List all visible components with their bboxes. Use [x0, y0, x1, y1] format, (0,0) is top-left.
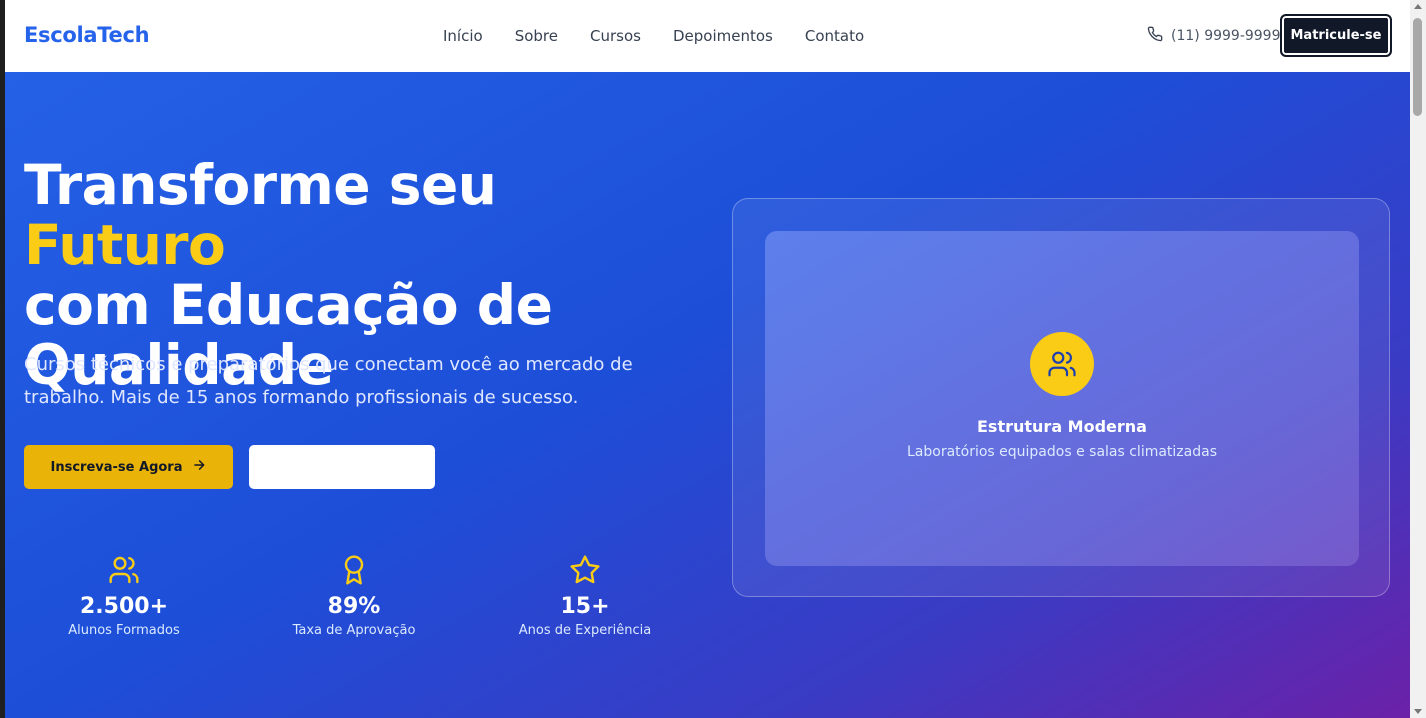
- vertical-scrollbar[interactable]: [1410, 0, 1426, 718]
- nav-link-inicio[interactable]: Início: [443, 27, 483, 45]
- feature-title: Estrutura Moderna: [977, 417, 1147, 436]
- hero-title-accent: Futuro: [24, 213, 226, 277]
- phone-number: (11) 9999-9999: [1171, 28, 1281, 44]
- stats-row: 2.500+ Alunos Formados 89% Taxa de Aprov…: [5, 552, 705, 652]
- stat-item: 2.500+ Alunos Formados: [24, 552, 224, 638]
- stat-label: Anos de Experiência: [518, 623, 652, 638]
- nav-link-cursos[interactable]: Cursos: [590, 27, 641, 45]
- stat-value: 2.500+: [79, 594, 169, 619]
- phone-icon: [1147, 26, 1163, 46]
- nav-link-sobre[interactable]: Sobre: [515, 27, 558, 45]
- header-phone[interactable]: (11) 9999-9999: [1147, 26, 1281, 46]
- arrow-right-icon: [192, 458, 206, 476]
- feature-card: Estrutura Moderna Laboratórios equipados…: [732, 198, 1390, 597]
- hero-title-part1: Transforme seu: [24, 153, 497, 217]
- feature-description: Laboratórios equipados e salas climatiza…: [906, 444, 1217, 460]
- feature-card-inner: Estrutura Moderna Laboratórios equipados…: [765, 231, 1359, 566]
- scrollbar-thumb[interactable]: [1413, 18, 1422, 116]
- star-icon: [485, 552, 685, 588]
- users-icon: [24, 552, 224, 588]
- stat-value: 15+: [560, 594, 610, 619]
- stat-value: 89%: [327, 594, 381, 619]
- stat-item: 89% Taxa de Aprovação: [254, 552, 454, 638]
- scroll-down-arrow-icon[interactable]: [1414, 709, 1422, 714]
- scroll-up-arrow-icon[interactable]: [1414, 4, 1422, 9]
- site-logo[interactable]: EscolaTech: [24, 23, 150, 47]
- signup-now-button[interactable]: Inscreva-se Agora: [24, 445, 233, 489]
- nav-link-contato[interactable]: Contato: [805, 27, 864, 45]
- site-header: EscolaTech Início Sobre Cursos Depoiment…: [5, 0, 1410, 72]
- stat-label: Alunos Formados: [68, 623, 180, 638]
- hero-subtitle: Cursos técnicos e preparatórios que cone…: [24, 354, 633, 408]
- stat-item: 15+ Anos de Experiência: [485, 552, 685, 638]
- hero-section: Transforme seu Futuro com Educação de Qua…: [5, 72, 1410, 718]
- users-icon: [1030, 332, 1094, 396]
- enroll-button[interactable]: Matricule-se: [1280, 14, 1392, 57]
- main-nav: Início Sobre Cursos Depoimentos Contato: [443, 27, 896, 45]
- signup-now-label: Inscreva-se Agora: [50, 459, 183, 475]
- stat-label: Taxa de Aprovação: [292, 623, 416, 638]
- nav-link-depoimentos[interactable]: Depoimentos: [673, 27, 773, 45]
- browser-viewport: EscolaTech Início Sobre Cursos Depoiment…: [5, 0, 1410, 718]
- secondary-button[interactable]: [249, 445, 435, 489]
- award-icon: [254, 552, 454, 588]
